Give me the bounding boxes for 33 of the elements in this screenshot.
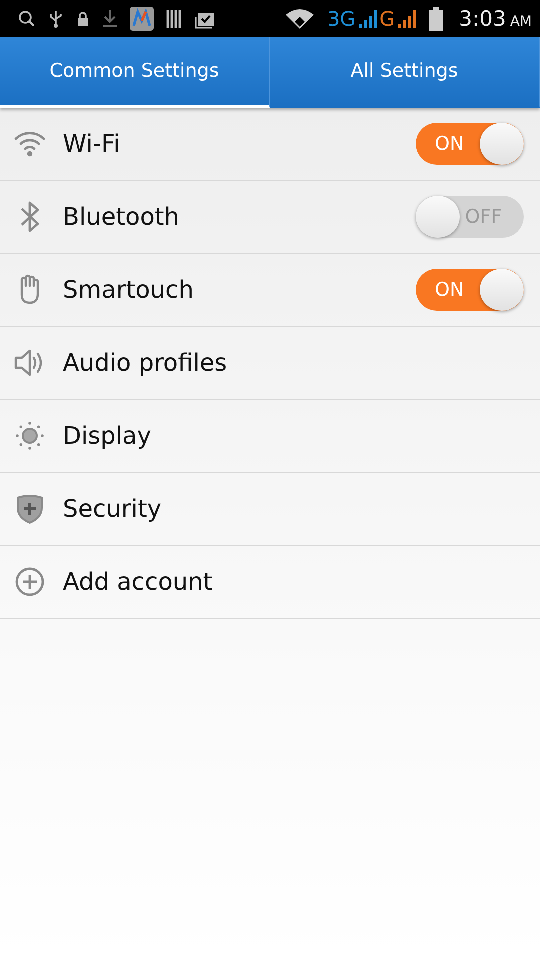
network-type-label: 3G bbox=[327, 6, 356, 30]
sun-icon bbox=[13, 420, 47, 452]
wifi-icon bbox=[13, 129, 47, 159]
wifi-signal-icon bbox=[285, 8, 316, 30]
settings-row[interactable]: Security bbox=[0, 473, 540, 546]
setting-label: Security bbox=[63, 495, 163, 523]
battery-icon bbox=[429, 6, 444, 30]
clock-meridiem: AM bbox=[510, 14, 532, 30]
add-icon bbox=[13, 566, 47, 598]
setting-label: Smartouch bbox=[63, 276, 195, 304]
settings-row[interactable]: Display bbox=[0, 400, 540, 473]
settings-tab[interactable]: All Settings bbox=[270, 37, 540, 108]
lock-icon bbox=[76, 10, 90, 26]
setting-label: Bluetooth bbox=[63, 203, 181, 231]
download-icon bbox=[102, 8, 118, 28]
setting-label: Wi-Fi bbox=[63, 130, 122, 158]
network-type-label: G bbox=[380, 6, 396, 30]
barcode-icon bbox=[166, 8, 182, 28]
clock-time: 3:03 bbox=[459, 6, 506, 30]
setting-label: Audio profiles bbox=[63, 349, 228, 377]
setting-label: Display bbox=[63, 422, 152, 450]
signal-icon bbox=[397, 8, 418, 30]
settings-row[interactable]: Add account bbox=[0, 546, 540, 619]
mail-app-icon bbox=[130, 6, 154, 30]
setting-label: Add account bbox=[63, 568, 214, 596]
signal-icon bbox=[358, 8, 378, 30]
settings-row[interactable]: Smartouch ON bbox=[0, 254, 540, 327]
settings-tab[interactable]: Common Settings bbox=[0, 37, 270, 108]
settings-row[interactable]: Wi-Fi ON bbox=[0, 108, 540, 181]
usb-icon bbox=[48, 8, 64, 28]
search-icon bbox=[18, 10, 36, 28]
settings-row[interactable]: Bluetooth OFF bbox=[0, 181, 540, 254]
settings-row[interactable]: Audio profiles bbox=[0, 327, 540, 400]
